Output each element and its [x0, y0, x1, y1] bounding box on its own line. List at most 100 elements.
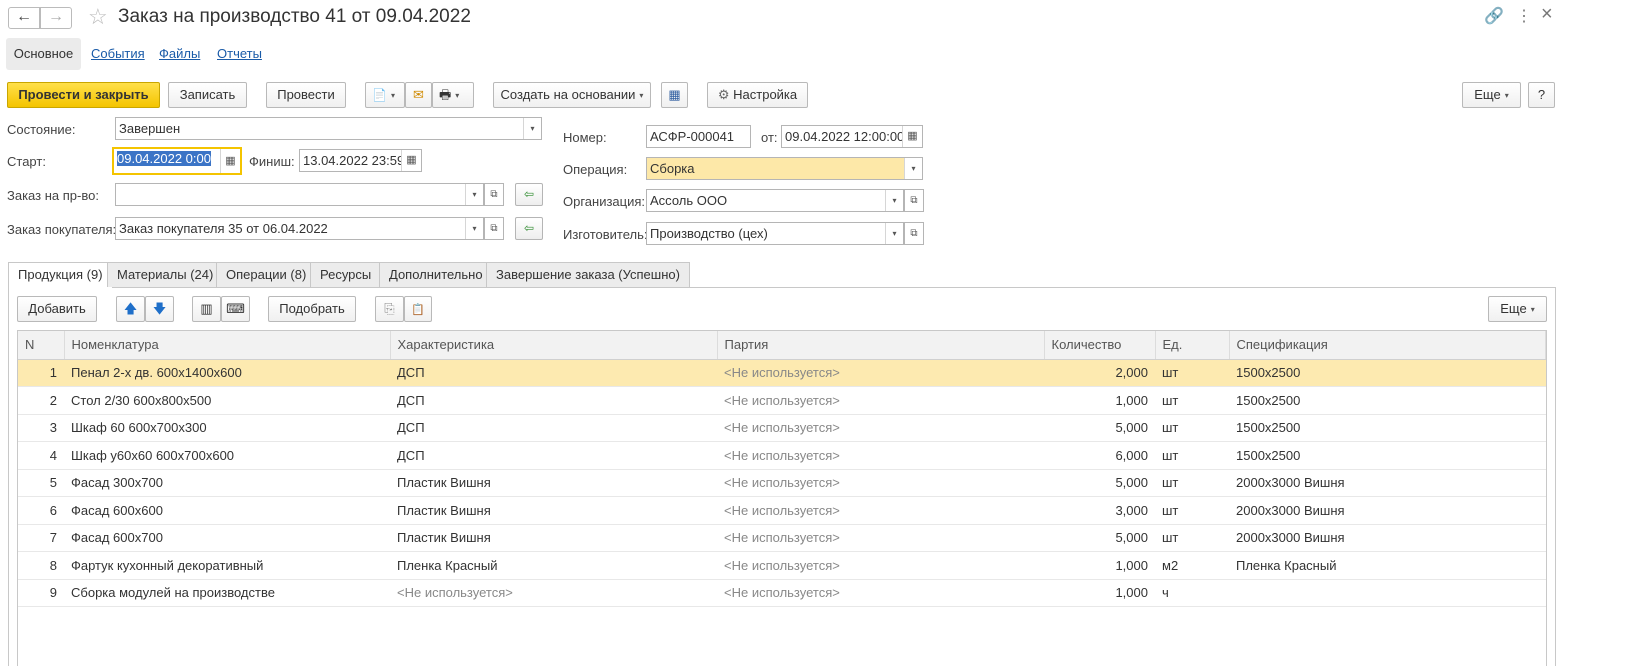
- column-header-nomenclature[interactable]: Номенклатура: [64, 331, 391, 360]
- cell-characteristic[interactable]: Пластик Вишня: [390, 524, 717, 552]
- cell-n[interactable]: 9: [18, 579, 64, 607]
- cell-n[interactable]: 1: [18, 359, 64, 387]
- cell-quantity[interactable]: 5,000: [1044, 414, 1155, 442]
- cell-quantity[interactable]: 3,000: [1044, 496, 1155, 525]
- cell-batch[interactable]: <Не используется>: [717, 414, 1044, 442]
- cell-characteristic[interactable]: ДСП: [390, 441, 717, 470]
- section-files[interactable]: Файлы: [159, 38, 200, 70]
- number-field[interactable]: АСФР-000041: [646, 125, 751, 148]
- calendar-icon[interactable]: ▦: [902, 126, 922, 147]
- cell-nomenclature[interactable]: Пенал 2-х дв. 600х1400х600: [64, 359, 390, 387]
- cell-n[interactable]: 5: [18, 469, 64, 497]
- chevron-down-icon[interactable]: ▾: [904, 158, 922, 179]
- cell-unit[interactable]: шт: [1155, 496, 1229, 525]
- chevron-down-icon[interactable]: ▾: [885, 223, 903, 244]
- cell-n[interactable]: 3: [18, 414, 64, 442]
- cell-specification[interactable]: 1500х2500: [1229, 414, 1546, 442]
- cell-unit[interactable]: ч: [1155, 579, 1229, 607]
- post-button[interactable]: Провести: [266, 82, 346, 108]
- start-date-field[interactable]: 09.04.2022 0:00 ▦: [112, 147, 242, 175]
- cell-batch[interactable]: <Не используется>: [717, 441, 1044, 470]
- column-header-specification[interactable]: Спецификация: [1229, 331, 1546, 360]
- close-icon[interactable]: ×: [1541, 3, 1553, 26]
- tab-order-completion[interactable]: Завершение заказа (Успешно): [486, 262, 690, 287]
- back-button[interactable]: ←: [8, 7, 40, 29]
- open-customer-order-button[interactable]: ⧉: [484, 217, 504, 240]
- cell-nomenclature[interactable]: Фасад 300х700: [64, 469, 390, 497]
- tab-materials[interactable]: Материалы (24): [107, 262, 224, 287]
- tab-products[interactable]: Продукция (9): [8, 262, 113, 288]
- cell-batch[interactable]: <Не используется>: [717, 524, 1044, 552]
- cell-characteristic[interactable]: <Не используется>: [390, 579, 717, 607]
- favorite-star-icon[interactable]: ☆: [88, 4, 108, 30]
- cell-specification[interactable]: 2000х3000 Вишня: [1229, 469, 1546, 497]
- help-button[interactable]: ?: [1528, 82, 1555, 108]
- cell-n[interactable]: 4: [18, 441, 64, 470]
- cell-nomenclature[interactable]: Стол 2/30 600х800х500: [64, 386, 390, 415]
- cell-unit[interactable]: шт: [1155, 386, 1229, 415]
- tab-additional[interactable]: Дополнительно: [379, 262, 493, 287]
- table-row[interactable]: 7 Фасад 600х700 Пластик Вишня <Не используе…: [18, 524, 1546, 552]
- table-row[interactable]: 8 Фартук кухонный декоративный Пленка Крас…: [18, 551, 1546, 580]
- table-row[interactable]: 6 Фасад 600х600 Пластик Вишня <Не используе…: [18, 496, 1546, 525]
- table-row[interactable]: 9 Сборка модулей на производстве <Не испол…: [18, 579, 1546, 607]
- pick-button[interactable]: Подобрать: [268, 296, 356, 322]
- column-header-characteristic[interactable]: Характеристика: [390, 331, 718, 360]
- manufacturer-select[interactable]: Производство (цех) ▾: [646, 222, 904, 245]
- chevron-down-icon[interactable]: ▾: [885, 190, 903, 211]
- cell-quantity[interactable]: 1,000: [1044, 386, 1155, 415]
- finish-date-field[interactable]: 13.04.2022 23:59 ▦: [299, 149, 422, 172]
- cell-quantity[interactable]: 5,000: [1044, 524, 1155, 552]
- paste-button[interactable]: 📋: [404, 296, 432, 322]
- column-header-n[interactable]: N: [18, 331, 65, 360]
- cell-specification[interactable]: [1229, 579, 1546, 607]
- settings-button[interactable]: ⚙ Настройка: [707, 82, 808, 108]
- cell-specification[interactable]: 2000х3000 Вишня: [1229, 496, 1546, 525]
- table-row[interactable]: 1 Пенал 2-х дв. 600х1400х600 ДСП <Не исполь…: [18, 359, 1546, 387]
- cell-quantity[interactable]: 2,000: [1044, 359, 1155, 387]
- cell-nomenclature[interactable]: Шкаф 60 600х700х300: [64, 414, 390, 442]
- table-row[interactable]: 3 Шкаф 60 600х700х300 ДСП <Не используется>…: [18, 414, 1546, 442]
- cell-n[interactable]: 2: [18, 386, 64, 415]
- organization-select[interactable]: Ассоль ООО ▾: [646, 189, 904, 212]
- move-down-button[interactable]: 🡇: [145, 296, 174, 322]
- forward-button[interactable]: →: [40, 7, 72, 29]
- cell-nomenclature[interactable]: Сборка модулей на производстве: [64, 579, 390, 607]
- create-doc-button[interactable]: 📄 ▾: [365, 82, 405, 108]
- copy-button[interactable]: ⎘: [375, 296, 404, 322]
- tab-resources[interactable]: Ресурсы: [310, 262, 382, 287]
- cell-unit[interactable]: шт: [1155, 469, 1229, 497]
- section-events[interactable]: События: [91, 38, 145, 70]
- move-up-button[interactable]: 🡅: [116, 296, 145, 322]
- cell-n[interactable]: 7: [18, 524, 64, 552]
- column-header-batch[interactable]: Партия: [717, 331, 1045, 360]
- table-row[interactable]: 4 Шкаф у60х60 600х700х600 ДСП <Не используе…: [18, 441, 1546, 470]
- operation-select[interactable]: Сборка ▾: [646, 157, 923, 180]
- more-vertical-icon[interactable]: ⋮: [1516, 6, 1532, 26]
- document-date-field[interactable]: 09.04.2022 12:00:00 ▦: [781, 125, 923, 148]
- cell-specification[interactable]: 1500х2500: [1229, 386, 1546, 415]
- open-organization-button[interactable]: ⧉: [904, 189, 924, 212]
- more-button[interactable]: Еще ▾: [1462, 82, 1521, 108]
- cell-specification[interactable]: Пленка Красный: [1229, 551, 1546, 580]
- section-reports[interactable]: Отчеты: [217, 38, 262, 70]
- cell-batch[interactable]: <Не используется>: [717, 359, 1044, 387]
- cell-batch[interactable]: <Не используется>: [717, 496, 1044, 525]
- select-customer-order-button[interactable]: ⇦: [515, 217, 543, 240]
- cell-batch[interactable]: <Не используется>: [717, 579, 1044, 607]
- tab-operations[interactable]: Операции (8): [216, 262, 317, 287]
- cell-quantity[interactable]: 5,000: [1044, 469, 1155, 497]
- cell-batch[interactable]: <Не используется>: [717, 551, 1044, 580]
- add-button[interactable]: Добавить: [17, 296, 97, 322]
- structure-button[interactable]: ▦: [661, 82, 688, 108]
- cell-unit[interactable]: шт: [1155, 441, 1229, 470]
- cell-specification[interactable]: 1500х2500: [1229, 441, 1546, 470]
- cell-nomenclature[interactable]: Фасад 600х700: [64, 524, 390, 552]
- cell-quantity[interactable]: 1,000: [1044, 551, 1155, 580]
- cell-characteristic[interactable]: Пластик Вишня: [390, 469, 717, 497]
- cell-characteristic[interactable]: ДСП: [390, 414, 717, 442]
- cell-batch[interactable]: <Не используется>: [717, 469, 1044, 497]
- cell-quantity[interactable]: 1,000: [1044, 579, 1155, 607]
- cell-n[interactable]: 6: [18, 496, 64, 525]
- open-production-order-button[interactable]: ⧉: [484, 183, 504, 206]
